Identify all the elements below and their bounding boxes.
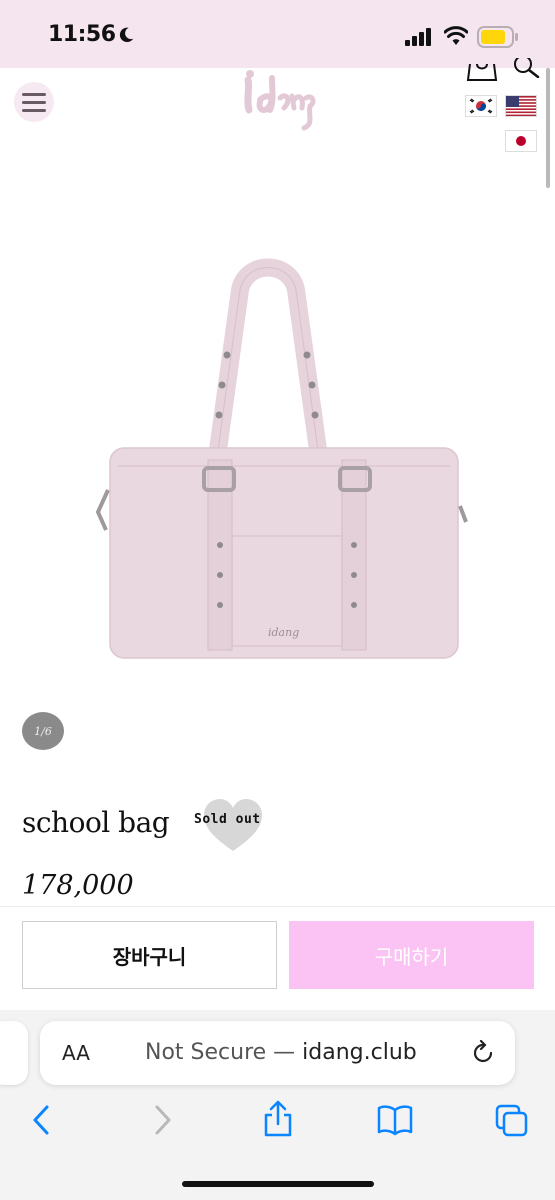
- signal-icon: [405, 28, 431, 46]
- menu-icon-bar: [22, 100, 46, 104]
- tabs-icon[interactable]: [495, 1104, 529, 1138]
- status-time: 11:56: [48, 22, 116, 47]
- usa-flag-icon: [506, 96, 536, 116]
- url-display[interactable]: Not Secure — idang.club: [145, 1040, 417, 1065]
- menu-icon-bar: [22, 92, 46, 96]
- korea-flag-icon: [466, 96, 496, 116]
- menu-icon-bar: [22, 108, 46, 112]
- product-image[interactable]: idang: [90, 250, 470, 670]
- forward-icon[interactable]: [150, 1104, 174, 1136]
- image-pager-badge: 1/6: [22, 712, 64, 750]
- product-price: 178,000: [22, 870, 134, 901]
- bag-logo-mark: idang: [268, 626, 299, 639]
- status-bar: 11:56: [0, 0, 555, 68]
- product-name: school bag: [22, 806, 170, 839]
- japan-flag-icon: [506, 131, 536, 151]
- japan-flag[interactable]: [505, 130, 537, 152]
- korea-flag[interactable]: [465, 95, 497, 117]
- url-domain: idang.club: [302, 1040, 417, 1065]
- search-icon[interactable]: [512, 58, 542, 78]
- bookmarks-icon[interactable]: [377, 1104, 413, 1136]
- wifi-icon: [444, 26, 468, 45]
- idang-logo[interactable]: [238, 70, 318, 132]
- moon-icon: [119, 27, 134, 43]
- battery-icon: [477, 26, 518, 48]
- sold-out-badge: Sold out: [194, 812, 261, 827]
- reader-options-button[interactable]: AA: [62, 1041, 90, 1065]
- cart-icon[interactable]: [466, 62, 500, 82]
- reload-icon[interactable]: [470, 1040, 496, 1066]
- usa-flag[interactable]: [505, 95, 537, 117]
- back-icon[interactable]: [30, 1104, 54, 1136]
- share-icon[interactable]: [262, 1100, 294, 1138]
- home-indicator: [182, 1181, 374, 1187]
- buy-now-button[interactable]: 구매하기: [289, 921, 534, 989]
- url-security-label: Not Secure —: [145, 1040, 303, 1065]
- previous-tab-preview[interactable]: [0, 1021, 28, 1085]
- menu-button[interactable]: [14, 82, 54, 122]
- add-to-cart-button[interactable]: 장바구니: [22, 921, 277, 989]
- scroll-indicator[interactable]: [546, 68, 550, 188]
